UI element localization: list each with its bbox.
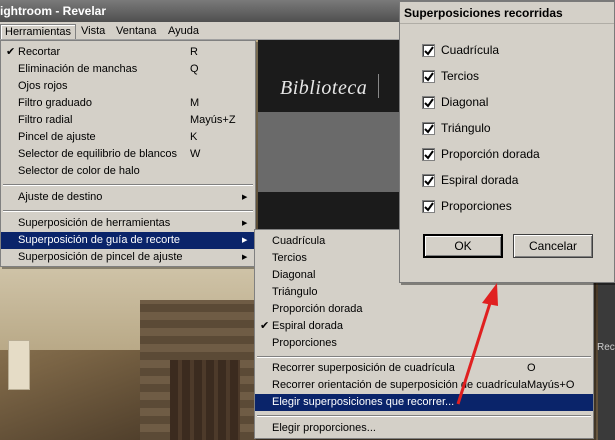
annotation-arrow bbox=[456, 283, 498, 405]
